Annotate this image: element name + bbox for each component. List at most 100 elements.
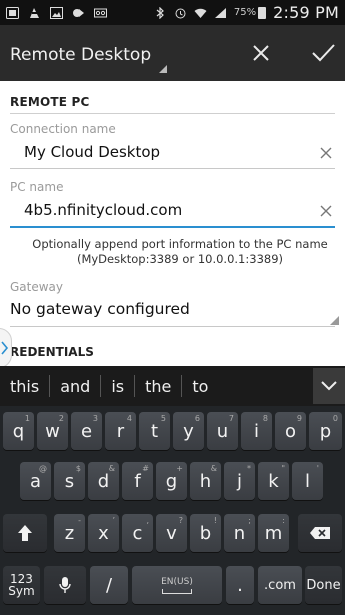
key-n[interactable]: ; n [224, 514, 255, 552]
section-remote-pc: REMOTE PC [10, 95, 90, 109]
key-label: x [98, 522, 109, 544]
key-f[interactable]: # f [122, 462, 153, 500]
clear-connection-name-button[interactable] [318, 145, 334, 161]
key-d[interactable]: & d [88, 462, 119, 500]
key-a[interactable]: @ a [20, 462, 51, 500]
key-alt-label: ! [213, 516, 217, 525]
action-bar-title: Remote Desktop [10, 45, 152, 65]
key-slash[interactable]: / [90, 566, 128, 604]
key-alt-label: 6 [194, 414, 200, 423]
key-label: Done [306, 577, 341, 593]
suggestion-item[interactable]: this [0, 366, 49, 406]
key-s[interactable]: $ s [54, 462, 85, 500]
key-v[interactable]: ? v [156, 514, 187, 552]
key-t[interactable]: 5t [139, 412, 170, 450]
key-q[interactable]: 1q [3, 412, 34, 450]
key-u[interactable]: 7u [207, 412, 238, 450]
key-c[interactable]: ,c [122, 514, 153, 552]
done-key[interactable]: Done [305, 566, 342, 604]
key-label: o [284, 420, 296, 442]
key-alt-label: 4 [126, 414, 132, 423]
key-label: n [233, 522, 246, 544]
suggestion-item[interactable]: the [135, 366, 181, 406]
key-alt-label: @ [39, 464, 47, 473]
key-l[interactable]: ' l [292, 462, 323, 500]
key-label: l [304, 470, 310, 492]
status-bar: 75% 2:59 PM [0, 0, 345, 25]
wifi-icon [194, 7, 207, 19]
expand-suggestions-button[interactable] [313, 368, 345, 404]
symbols-key[interactable]: 123 Sym [3, 566, 40, 604]
key-m[interactable]: :m [258, 514, 289, 552]
battery-percent: 75% [233, 7, 257, 18]
spinner-corner-icon [159, 65, 168, 73]
key-j[interactable]: * j [224, 462, 255, 500]
key-y[interactable]: 6y [173, 412, 204, 450]
key-alt-label: 0 [332, 414, 338, 423]
close-icon [253, 45, 269, 61]
key-label: g [165, 470, 178, 492]
cancel-button[interactable] [247, 39, 275, 67]
key-p[interactable]: 0p [309, 412, 342, 450]
key-alt-label: 9 [296, 414, 302, 423]
check-icon [312, 44, 335, 62]
gallery-icon [6, 6, 19, 19]
suggestion-item[interactable]: and [50, 366, 100, 406]
connection-name-input[interactable]: My Cloud Desktop [24, 143, 160, 161]
pc-name-input[interactable]: 4b5.nfinitycloud.com [24, 201, 182, 219]
signal-icon [214, 7, 227, 19]
pc-name-label: PC name [10, 180, 64, 194]
key-label: k [268, 470, 279, 492]
key-g[interactable]: + g [156, 462, 187, 500]
key-alt-label: & [108, 464, 115, 473]
gateway-select[interactable]: No gateway configured [10, 300, 190, 318]
key-b[interactable]: ! b [190, 514, 221, 552]
chevron-right-icon [1, 341, 9, 355]
side-drawer-tab[interactable] [0, 328, 12, 368]
space-bar-icon [162, 588, 192, 594]
key-label: z [64, 522, 75, 544]
key-alt-label: 8 [262, 414, 268, 423]
key-alt-label: 3 [92, 414, 98, 423]
status-time: 2:59 PM [273, 3, 339, 22]
key-alt-label: 5 [160, 414, 166, 423]
key-label: e [80, 420, 93, 442]
key-label: a [29, 470, 42, 492]
save-button[interactable] [308, 39, 338, 67]
action-bar-title-spinner[interactable]: Remote Desktop [10, 41, 169, 73]
key-w[interactable]: 2w [37, 412, 68, 450]
key-h[interactable]: & h [190, 462, 221, 500]
clear-icon [320, 205, 332, 217]
key-label: . [237, 574, 243, 596]
key-r[interactable]: 4r [105, 412, 136, 450]
key-k[interactable]: " k [258, 462, 289, 500]
clear-pc-name-button[interactable] [318, 203, 334, 219]
key-label: s [64, 470, 75, 492]
shift-key[interactable] [3, 514, 47, 552]
suggestion-item[interactable]: is [101, 366, 134, 406]
backspace-key[interactable] [298, 514, 342, 552]
suggestion-item[interactable]: to [182, 366, 218, 406]
key-z[interactable]: -z [54, 514, 85, 552]
voice-input-key[interactable] [44, 566, 86, 604]
action-bar: Remote Desktop [0, 25, 345, 81]
key-i[interactable]: 8i [241, 412, 272, 450]
key-alt-label: & [210, 464, 217, 473]
key-label: u [216, 420, 229, 442]
key-x[interactable]: ’ x [88, 514, 119, 552]
microphone-icon [59, 577, 71, 593]
space-key[interactable]: EN(US) [132, 566, 222, 604]
connection-form: REMOTE PC Connection name My Cloud Deskt… [0, 81, 345, 368]
key-alt-label: ' [316, 464, 319, 473]
connection-name-label: Connection name [10, 122, 116, 136]
key-alt-label: - [78, 516, 81, 525]
connection-name-underline [10, 168, 335, 169]
key-label: 123 Sym [8, 572, 35, 598]
key-e[interactable]: 3e [71, 412, 102, 450]
pc-name-underline [10, 226, 335, 228]
dot-com-key[interactable]: .com [258, 566, 302, 604]
battery-icon [258, 6, 267, 19]
key-period[interactable]: . [226, 566, 254, 604]
voicemail-icon [94, 7, 107, 19]
key-o[interactable]: 9o [275, 412, 306, 450]
